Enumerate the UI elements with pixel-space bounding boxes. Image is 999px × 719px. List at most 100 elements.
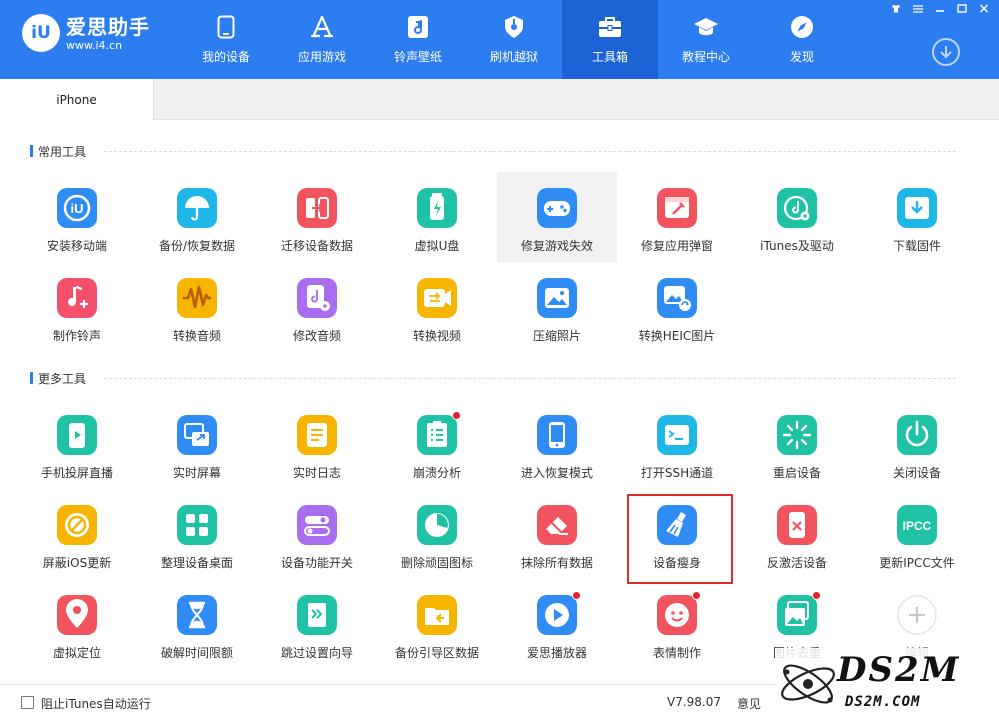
svg-text:IPCC: IPCC — [903, 519, 932, 533]
section-common-tools: 常用工具 — [30, 144, 956, 159]
tool-label: iTunes及驱动 — [760, 239, 834, 253]
image-dedupe-icon — [777, 591, 821, 635]
svg-text:iU: iU — [71, 201, 84, 216]
tool-repair-window[interactable]: 修复应用弹窗 — [617, 172, 737, 262]
tool-backup-folder[interactable]: 备份引导区数据 — [377, 579, 497, 684]
tool-grid[interactable]: 整理设备桌面 — [137, 489, 257, 579]
tool-recovery-phone[interactable]: 进入恢复模式 — [497, 399, 617, 489]
maximize-icon[interactable] — [953, 2, 971, 15]
tool-broom[interactable]: 设备瘦身 — [617, 489, 737, 579]
tool-music-note-plus[interactable]: 制作铃声 — [17, 262, 137, 352]
nav-discover[interactable]: 发现 — [754, 0, 850, 79]
tool-download-box[interactable]: 下载固件 — [857, 172, 977, 262]
tool-waveform[interactable]: 转换音频 — [137, 262, 257, 352]
tool-label: 转换HEIC图片 — [638, 329, 716, 343]
tool-restart-spark[interactable]: 重启设备 — [737, 399, 857, 489]
tool-ipcc[interactable]: IPCC 更新IPCC文件 — [857, 489, 977, 579]
screen-cast-icon — [57, 415, 97, 455]
tool-deactivate-phone[interactable]: 反激活设备 — [737, 489, 857, 579]
download-manager-button[interactable] — [932, 38, 960, 66]
skip-setup-icon — [297, 595, 337, 635]
tool-block-update[interactable]: 屏蔽iOS更新 — [17, 489, 137, 579]
tool-photo[interactable]: 压缩照片 — [497, 262, 617, 352]
tool-photo-convert[interactable]: 转换HEIC图片 — [617, 262, 737, 352]
tool-label: 压缩照片 — [532, 329, 581, 343]
tool-label: 屏蔽iOS更新 — [42, 556, 112, 570]
tool-crash-list[interactable]: 崩溃分析 — [377, 399, 497, 489]
shirt-icon[interactable] — [887, 2, 905, 15]
tool-realtime-screen[interactable]: 实时屏幕 — [137, 399, 257, 489]
site-watermark: DS2M DS2M.COM — [775, 648, 999, 719]
new-badge-dot — [692, 591, 701, 600]
tool-label: 虚拟U盘 — [414, 239, 460, 253]
tool-video-convert[interactable]: 转换视频 — [377, 262, 497, 352]
download-box-icon — [897, 188, 937, 228]
tool-label: 下载固件 — [892, 239, 941, 253]
close-icon[interactable] — [975, 2, 993, 15]
nav-my-device[interactable]: 我的设备 — [178, 0, 274, 79]
crash-list-icon — [417, 411, 461, 455]
tool-location-pin[interactable]: 虚拟定位 — [17, 579, 137, 684]
tool-play[interactable]: 爱思播放器 — [497, 579, 617, 684]
tool-label: 反激活设备 — [766, 556, 827, 570]
device-tab-bar: iPhone — [0, 79, 999, 120]
graduation-cap-icon — [693, 14, 719, 40]
nav-apps-games[interactable]: 应用游戏 — [274, 0, 370, 79]
deactivate-phone-icon — [777, 505, 817, 545]
backup-folder-icon — [417, 595, 457, 635]
tool-label: 修改音频 — [292, 329, 341, 343]
tool-skip-setup[interactable]: 跳过设置向导 — [257, 579, 377, 684]
photo-convert-icon — [657, 278, 697, 318]
tool-pie-clock[interactable]: 删除顽固图标 — [377, 489, 497, 579]
nav-ringtones-wallpapers[interactable]: 铃声壁纸 — [370, 0, 466, 79]
compass-icon — [789, 14, 815, 40]
tool-audio-edit[interactable]: 修改音频 — [257, 262, 377, 352]
tool-hourglass[interactable]: 破解时间限额 — [137, 579, 257, 684]
tool-umbrella[interactable]: 备份/恢复数据 — [137, 172, 257, 262]
tool-log[interactable]: 实时日志 — [257, 399, 377, 489]
tool-label: 转换音频 — [172, 329, 221, 343]
tool-label: 破解时间限额 — [160, 646, 233, 660]
tool-screen-cast[interactable]: 手机投屏直播 — [17, 399, 137, 489]
tool-itunes-gear[interactable]: iTunes及驱动 — [737, 172, 857, 262]
broom-icon — [657, 505, 697, 545]
tool-label: 整理设备桌面 — [160, 556, 233, 570]
play-icon — [537, 591, 581, 635]
menu-icon[interactable] — [909, 2, 927, 15]
tool-emoji[interactable]: 表情制作 — [617, 579, 737, 684]
tool-label: 表情制作 — [652, 646, 701, 660]
tool-label: 修复游戏失效 — [520, 239, 593, 253]
main-nav: 我的设备 应用游戏 铃声壁纸 刷机越狱 工具箱 教程中心 发现 — [178, 0, 850, 79]
nav-tutorials[interactable]: 教程中心 — [658, 0, 754, 79]
feedback-link[interactable]: 意见 — [737, 695, 761, 712]
app-logo: iU 爱思助手 www.i4.cn — [22, 14, 150, 52]
log-icon — [297, 415, 337, 455]
tool-iu-app[interactable]: iU 安装移动端 — [17, 172, 137, 262]
block-itunes-checkbox[interactable] — [21, 696, 34, 709]
umbrella-icon — [177, 188, 217, 228]
tool-power[interactable]: 关闭设备 — [857, 399, 977, 489]
music-note-plus-icon — [57, 278, 97, 318]
itunes-gear-icon — [777, 188, 817, 228]
tool-label: 制作铃声 — [52, 329, 101, 343]
toolbox-icon — [597, 14, 623, 40]
tool-label: 实时屏幕 — [172, 466, 221, 480]
tool-toggle[interactable]: 设备功能开关 — [257, 489, 377, 579]
tool-gamepad[interactable]: 修复游戏失效 — [497, 172, 617, 262]
nav-toolbox[interactable]: 工具箱 — [562, 0, 658, 79]
tab-iphone[interactable]: iPhone — [0, 79, 154, 120]
nav-flash-jailbreak[interactable]: 刷机越狱 — [466, 0, 562, 79]
tool-migrate[interactable]: 迁移设备数据 — [257, 172, 377, 262]
location-pin-icon — [57, 595, 97, 635]
app-name: 爱思助手 — [66, 14, 150, 39]
atom-logo-icon — [781, 664, 835, 704]
tool-terminal[interactable]: 打开SSH通道 — [617, 399, 737, 489]
tool-label: 爱思播放器 — [526, 646, 587, 660]
tool-eraser[interactable]: 抹除所有数据 — [497, 489, 617, 579]
block-update-icon — [57, 505, 97, 545]
toggle-icon — [297, 505, 337, 545]
minimize-icon[interactable] — [931, 2, 949, 15]
watermark-domain: DS2M.COM — [845, 694, 921, 710]
tool-usb-drive[interactable]: 虚拟U盘 — [377, 172, 497, 262]
ipcc-icon: IPCC — [897, 505, 937, 545]
